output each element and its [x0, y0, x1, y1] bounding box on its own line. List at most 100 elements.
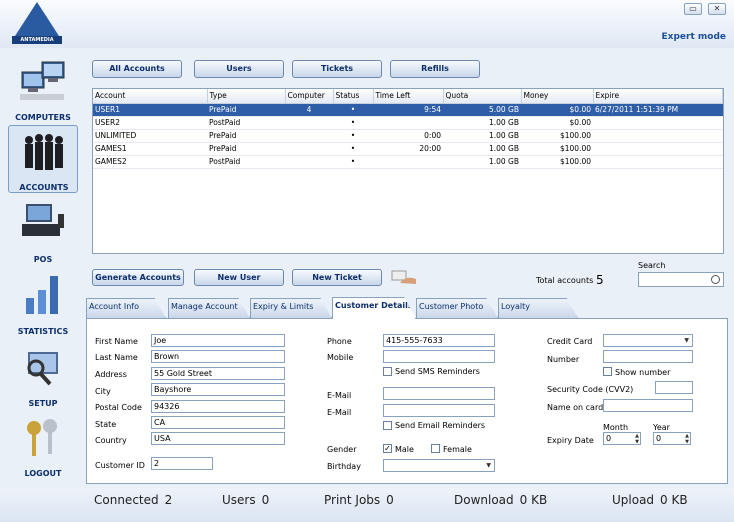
sidebar-item-setup[interactable]: SETUP [8, 340, 78, 408]
col-status[interactable]: Status [333, 89, 374, 104]
cell-quota: 5.00 GB [443, 103, 521, 117]
number-label: Number [547, 355, 580, 364]
state-field[interactable]: CA [151, 416, 285, 429]
cell-time-left: 20:00 [373, 142, 443, 156]
country-label: Country [95, 436, 127, 445]
tab-customer-photo[interactable]: Customer Photo [416, 298, 498, 318]
cell-status: • [333, 103, 373, 117]
table-row[interactable]: USER2 PostPaid • 1.00 GB $0.00 [93, 116, 723, 130]
cell-expire [593, 116, 723, 130]
email2-field[interactable] [383, 404, 495, 417]
setup-icon [27, 352, 58, 386]
male-checkbox[interactable]: ✓ [383, 444, 392, 453]
stepper-arrows-icon[interactable]: ▲ ▼ [685, 433, 689, 445]
tab-customer-details[interactable]: Customer Details [332, 297, 416, 319]
state-label: State [95, 420, 117, 429]
expert-mode-link[interactable]: Expert mode [662, 32, 726, 42]
search-input[interactable] [638, 272, 724, 287]
search-icon[interactable] [711, 275, 720, 284]
email-field[interactable] [383, 387, 495, 400]
table-row[interactable]: USER1 PrePaid 4 • 9:54 5.00 GB $0.00 6/27/2011 … [93, 103, 723, 117]
col-account[interactable]: Account [93, 89, 208, 104]
show-number-checkbox[interactable] [603, 367, 612, 376]
mobile-field[interactable] [383, 350, 495, 363]
name-on-card-field[interactable] [603, 399, 693, 412]
cvv-field[interactable] [655, 381, 693, 394]
search-label: Search [638, 261, 666, 270]
sms-reminders-checkbox[interactable] [383, 367, 392, 376]
table-row[interactable]: GAMES2 PostPaid • 1.00 GB $100.00 [93, 155, 723, 169]
logout-icon [27, 419, 57, 456]
last-name-field[interactable]: Brown [151, 350, 285, 363]
month-stepper[interactable]: 0 ▲ ▼ [603, 432, 641, 445]
sidebar-label-logout: LOGOUT [24, 469, 62, 478]
tickets-button[interactable]: Tickets [292, 60, 382, 78]
birthday-dropdown[interactable]: ▼ [383, 459, 495, 472]
connected-status: Connected 2 [94, 493, 173, 507]
table-row[interactable]: UNLIMITED PrePaid • 0:00 1.00 GB $100.00 [93, 129, 723, 143]
generate-accounts-button[interactable]: Generate Accounts [92, 269, 184, 286]
cell-money: $0.00 [521, 103, 593, 117]
col-expire[interactable]: Expire [593, 89, 723, 104]
postal-code-field[interactable]: 94326 [151, 400, 285, 413]
accounts-table[interactable]: Account Type Computer Status Time Left Q… [92, 88, 724, 254]
country-field[interactable]: USA [151, 432, 285, 445]
stepper-arrows-icon[interactable]: ▲ ▼ [635, 433, 639, 445]
users-status: Users 0 [222, 493, 270, 507]
sidebar-item-logout[interactable]: LOGOUT [8, 410, 78, 478]
chevron-down-icon: ▼ [486, 462, 491, 469]
new-user-button[interactable]: New User [194, 269, 284, 286]
logo-text: ANTAMEDIA [12, 36, 62, 44]
customer-id-field[interactable]: 2 [151, 457, 213, 470]
cell-expire [593, 155, 723, 169]
cell-time-left: 9:54 [373, 103, 443, 117]
chevron-down-icon: ▼ [684, 337, 689, 344]
phone-field[interactable]: 415-555-7633 [383, 334, 495, 347]
app-window: ANTAMEDIA ▭ ✕ Expert mode COMPUTERS ACCO… [0, 0, 734, 522]
new-ticket-button[interactable]: New Ticket [292, 269, 382, 286]
upload-status: Upload 0 KB [612, 493, 688, 507]
total-accounts-label: Total accounts [536, 276, 594, 285]
email-reminders-checkbox[interactable] [383, 421, 392, 430]
tab-account-info[interactable]: Account Info [86, 298, 166, 318]
tab-expiry-limits[interactable]: Expiry & Limits [250, 298, 332, 318]
sidebar-item-pos[interactable]: POS [8, 196, 78, 264]
table-row[interactable]: GAMES1 PrePaid • 20:00 1.00 GB $100.00 [93, 142, 723, 156]
email-reminders-label: Send Email Reminders [395, 421, 486, 430]
credit-card-dropdown[interactable]: ▼ [603, 334, 693, 347]
users-button[interactable]: Users [194, 60, 284, 78]
female-checkbox[interactable] [431, 444, 440, 453]
year-stepper[interactable]: 0 ▲ ▼ [653, 432, 691, 445]
first-name-field[interactable]: Joe [151, 334, 285, 347]
birthday-label: Birthday [327, 462, 361, 471]
tab-manage-account[interactable]: Manage Account [168, 298, 250, 318]
print-jobs-status: Print Jobs 0 [324, 493, 394, 507]
year-label: Year [653, 423, 670, 432]
close-button[interactable]: ✕ [708, 3, 726, 15]
sidebar-item-accounts[interactable]: ACCOUNTS [8, 125, 78, 193]
all-accounts-button[interactable]: All Accounts [92, 60, 182, 78]
sidebar-item-computers[interactable]: COMPUTERS [8, 54, 78, 122]
refills-button[interactable]: Refills [390, 60, 480, 78]
col-type[interactable]: Type [207, 89, 286, 104]
card-number-field[interactable] [603, 350, 693, 363]
cell-quota: 1.00 GB [443, 142, 521, 156]
col-computer[interactable]: Computer [285, 89, 334, 104]
tab-loyalty[interactable]: Loyalty [498, 298, 578, 318]
col-time-left[interactable]: Time Left [373, 89, 444, 104]
card-hand-icon[interactable] [390, 269, 418, 285]
cell-account: GAMES2 [93, 155, 207, 169]
pos-icon [22, 204, 64, 236]
cell-expire [593, 142, 723, 156]
minimize-button[interactable]: ▭ [684, 3, 702, 15]
address-field[interactable]: 55 Gold Street [151, 367, 285, 380]
col-quota[interactable]: Quota [443, 89, 522, 104]
sidebar-label-accounts: ACCOUNTS [19, 183, 69, 192]
sidebar-label-setup: SETUP [28, 399, 58, 408]
col-money[interactable]: Money [521, 89, 594, 104]
cell-computer [285, 129, 333, 143]
last-name-label: Last Name [95, 353, 138, 362]
sidebar-item-statistics[interactable]: STATISTICS [8, 268, 78, 336]
sidebar-label-pos: POS [33, 255, 53, 264]
city-field[interactable]: Bayshore [151, 383, 285, 396]
